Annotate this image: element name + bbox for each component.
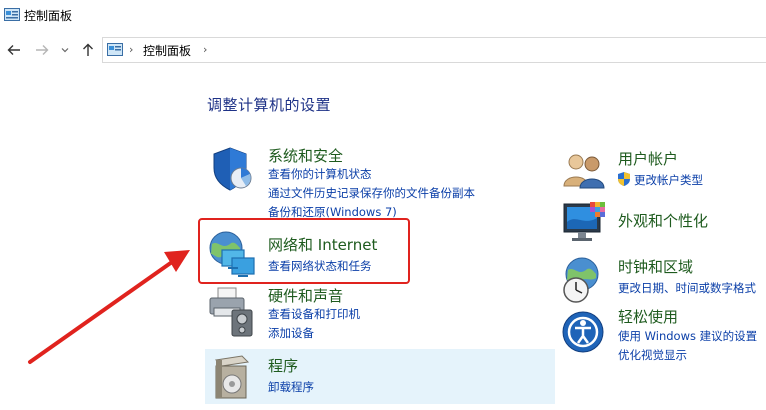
annotation-arrow [28,250,190,364]
